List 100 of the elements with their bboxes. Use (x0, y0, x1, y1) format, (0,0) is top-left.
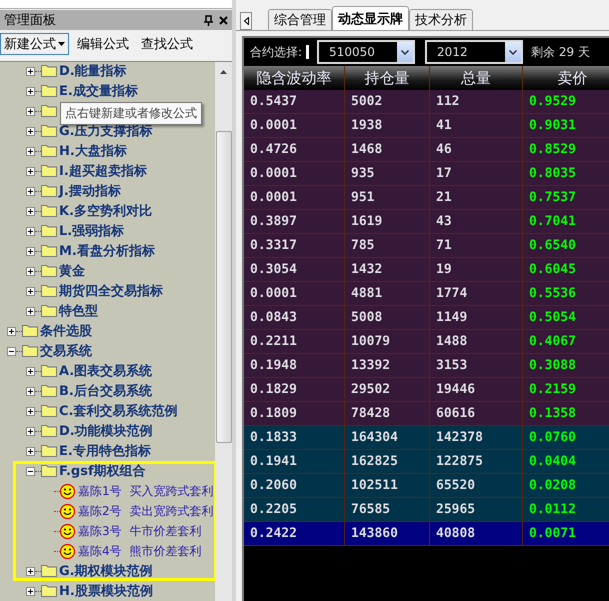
toolbar-button[interactable]: 编辑公式 (73, 33, 133, 55)
tree-item[interactable]: D.能量指标 (59, 62, 127, 80)
folder-icon (41, 445, 57, 457)
tab[interactable]: 技术分析 (409, 9, 473, 30)
expand-icon[interactable] (26, 166, 35, 176)
expand-icon[interactable] (26, 146, 35, 156)
table-row[interactable]: 0.1833 164304 142378 0.0760 (244, 426, 609, 450)
expand-icon[interactable] (26, 246, 35, 256)
tree-item[interactable]: J.摆动指标 (59, 182, 121, 200)
expand-icon[interactable] (26, 206, 35, 216)
table-cell: 1774 (430, 282, 523, 305)
table-row[interactable]: 0.5437 5002 112 0.9529 (244, 90, 609, 114)
tree-item[interactable]: C.套利交易系统范例 (59, 402, 178, 420)
chevron-down-icon (401, 50, 410, 54)
expand-icon[interactable] (26, 586, 35, 596)
expand-icon[interactable] (26, 306, 35, 316)
table-cell: 142378 (430, 426, 523, 449)
tree-item[interactable]: 交易系统 (40, 342, 92, 360)
tree-item[interactable]: 嘉陈3号 牛市价差套利 (78, 522, 202, 540)
table-row[interactable]: 0.2205 76585 25965 0.0112 (244, 498, 609, 522)
tree-item[interactable]: E.专用特色指标 (59, 442, 151, 460)
expand-icon[interactable] (26, 386, 35, 396)
scroll-up-icon[interactable] (220, 70, 227, 74)
tab-scroll-button[interactable] (240, 12, 252, 30)
column-header[interactable]: 总量 (430, 66, 523, 90)
table-row[interactable]: 0.1809 78428 60616 0.1358 (244, 402, 609, 426)
tree-item[interactable]: B.后台交易系统 (59, 382, 152, 400)
table-row[interactable]: 0.0001 935 17 0.8035 (244, 162, 609, 186)
expand-icon[interactable] (26, 186, 35, 196)
column-header[interactable]: 隐含波动率 (244, 66, 345, 90)
table-row[interactable]: 0.0843 5008 1149 0.5054 (244, 306, 609, 330)
tree-item[interactable]: 嘉陈1号 买入宽跨式套利 (78, 482, 214, 500)
tree-item[interactable]: H.股票模块范例 (59, 582, 153, 600)
tree-item[interactable]: 黄金 (59, 262, 85, 280)
expand-icon[interactable] (26, 446, 35, 456)
table-row[interactable]: 0.3054 1432 19 0.6045 (244, 258, 609, 282)
table-row[interactable]: 0.1948 13392 3153 0.3088 (244, 354, 609, 378)
month-select[interactable]: 2012 (425, 40, 524, 64)
table-row[interactable]: 0.3897 1619 43 0.7041 (244, 210, 609, 234)
tree-item[interactable]: 嘉陈4号 熊市价差套利 (78, 542, 202, 560)
tree-item[interactable]: A.图表交易系统 (59, 362, 152, 380)
expand-icon[interactable] (26, 266, 35, 276)
expand-icon[interactable] (26, 566, 35, 576)
tree-item[interactable]: 嘉陈2号 卖出宽跨式套利 (78, 502, 214, 520)
tooltip: 点右键新建或者修改公式 (60, 102, 202, 125)
table-row[interactable]: 0.2422 143860 40808 0.0071 (244, 522, 609, 546)
table-row[interactable]: 0.0001 1938 41 0.9031 (244, 114, 609, 138)
column-header[interactable]: 卖价 (523, 66, 609, 90)
scroll-thumb[interactable] (216, 131, 232, 443)
expand-icon[interactable] (26, 126, 35, 136)
pin-icon[interactable] (204, 14, 213, 26)
tree-item[interactable]: I.超买超卖指标 (59, 162, 147, 180)
tree-item[interactable]: L.强弱指标 (59, 222, 124, 240)
tab[interactable]: 综合管理 (268, 9, 332, 30)
table-cell: 0.9031 (523, 114, 609, 137)
column-header[interactable]: 持仓量 (345, 66, 430, 90)
table-row[interactable]: 0.3317 785 71 0.6540 (244, 234, 609, 258)
table-cell: 785 (345, 234, 430, 257)
table-cell: 0.0760 (523, 426, 609, 449)
expand-icon[interactable] (26, 226, 35, 236)
tab[interactable]: 动态显示牌 (332, 6, 409, 30)
tree-item[interactable]: H.大盘指标 (59, 142, 127, 160)
left-arrow-icon (244, 17, 248, 25)
collapse-icon[interactable] (7, 346, 16, 356)
scrollbar[interactable] (215, 62, 232, 601)
table-row[interactable]: 0.4726 1468 46 0.8529 (244, 138, 609, 162)
tree-item[interactable]: 特色型 (59, 302, 98, 320)
expand-icon[interactable] (26, 406, 35, 416)
tree-item[interactable]: M.看盘分析指标 (59, 242, 155, 260)
contract-select[interactable]: 510050 (317, 40, 416, 64)
tree-item[interactable]: K.多空势利对比 (59, 202, 152, 220)
tree-item[interactable]: E.成交量指标 (59, 82, 138, 100)
toolbar-button[interactable]: 新建公式 (0, 33, 69, 55)
expand-icon[interactable] (26, 86, 35, 96)
tree-item[interactable]: F.gsf期权组合 (59, 462, 146, 480)
expand-icon[interactable] (26, 286, 35, 296)
table-row[interactable]: 0.1829 29502 19446 0.2159 (244, 378, 609, 402)
table-row[interactable]: 0.0001 4881 1774 0.5536 (244, 282, 609, 306)
table-row[interactable]: 0.2060 102511 65520 0.0208 (244, 474, 609, 498)
table-row[interactable]: 0.0001 951 21 0.7537 (244, 186, 609, 210)
expand-icon[interactable] (26, 426, 35, 436)
expand-icon[interactable] (26, 366, 35, 376)
table-cell: 17 (430, 162, 523, 185)
table-row[interactable]: 0.2211 10079 1488 0.4067 (244, 330, 609, 354)
table-row[interactable]: 0.1941 162825 122875 0.0404 (244, 450, 609, 474)
expand-icon[interactable] (26, 106, 35, 116)
expand-icon[interactable] (7, 326, 16, 336)
table-cell: 65520 (430, 474, 523, 497)
tree-item[interactable]: G.期权模块范例 (59, 562, 153, 580)
toolbar-button[interactable]: 查找公式 (137, 33, 197, 55)
contract-label: 合约选择: (250, 44, 302, 60)
table-cell: 1619 (345, 210, 430, 233)
tree-item[interactable]: 期货四全交易指标 (59, 282, 163, 300)
close-icon[interactable] (219, 16, 228, 24)
collapse-icon[interactable] (26, 466, 35, 476)
folder-icon (41, 565, 57, 577)
tree-item[interactable]: 条件选股 (40, 322, 92, 340)
smiley-icon (60, 484, 75, 498)
tree-item[interactable]: D.功能模块范例 (59, 422, 153, 440)
expand-icon[interactable] (26, 66, 35, 76)
